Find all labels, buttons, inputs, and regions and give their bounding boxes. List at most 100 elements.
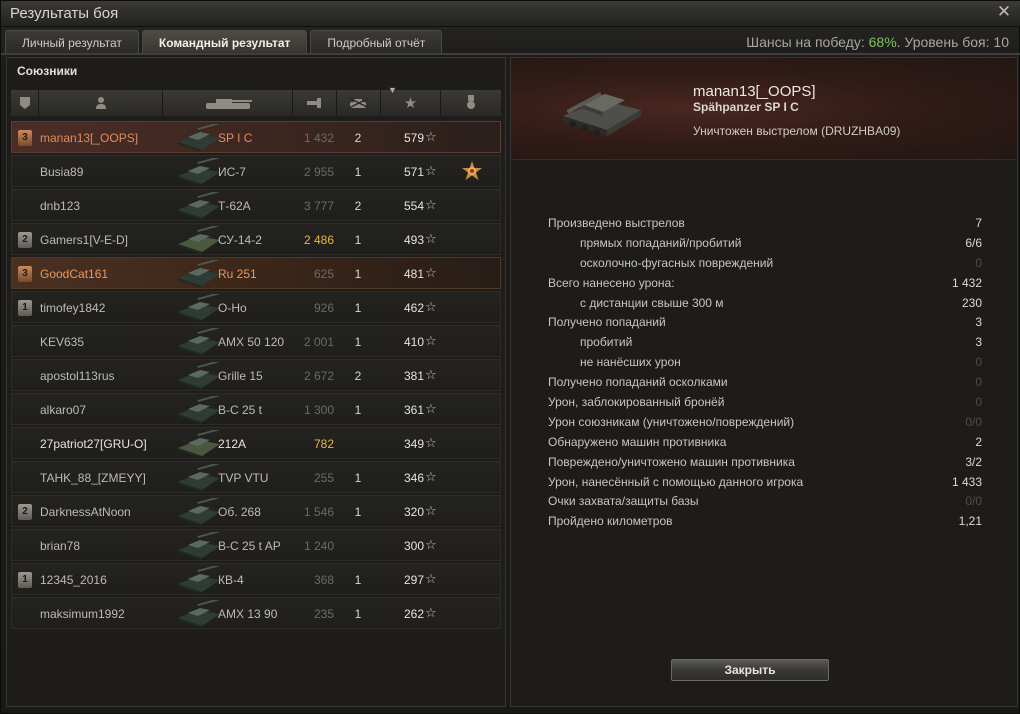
stat-value: 0 — [975, 255, 982, 270]
tank-icon — [176, 598, 222, 628]
table-row[interactable]: 3 manan13[_OOPS] SP I C 1 432 2 579 ☆ — [11, 121, 501, 153]
tank-name: 212A — [218, 437, 247, 451]
tank-name: КВ-4 — [218, 573, 244, 587]
experience-value: 297 — [403, 573, 424, 587]
stat-row: Урон союзникам (уничтожено/повреждений) 0… — [548, 413, 982, 433]
tank-name: ИС-7 — [218, 165, 246, 179]
kills-value: 1 — [354, 233, 362, 247]
stat-value: 0 — [975, 375, 982, 390]
stat-row: осколочно-фугасных повреждений 0 — [548, 254, 982, 274]
platoon-badge: 1 — [18, 300, 32, 316]
sort-arrow-icon: ▼ — [388, 85, 397, 95]
kills-value: 2 — [354, 131, 362, 145]
tank-name: Ru 251 — [218, 267, 257, 281]
tab-detailed-report[interactable]: Подробный отчёт — [310, 30, 443, 54]
col-platoon[interactable] — [11, 90, 39, 116]
allies-list: 3 manan13[_OOPS] SP I C1 432 2 579 ☆ Busia89 ИС… — [11, 121, 501, 631]
table-row[interactable]: maksimum1992 AMX 13 90 235 1 262 ☆ — [11, 597, 501, 629]
table-row[interactable]: dnb123 Т-62А 3 777 2 554 ☆ — [11, 189, 501, 221]
tank-icon — [176, 326, 222, 356]
star-icon: ☆ — [425, 469, 437, 484]
tank-name: B-C 25 t AP — [218, 539, 281, 553]
stat-value: 230 — [961, 295, 982, 310]
table-row[interactable]: 3 GoodCat161 Ru 251 625 1 481 ☆ — [11, 257, 501, 289]
platoon-badge: 2 — [18, 232, 32, 248]
platoon-badge: 3 — [18, 266, 32, 282]
col-vehicle[interactable] — [163, 90, 293, 116]
table-row[interactable]: 2 DarknessAtNoon Об. 268 1 546 1 320 ☆ — [11, 495, 501, 527]
tank-icon — [176, 156, 222, 186]
star-icon: ☆ — [425, 537, 437, 552]
tab-team-result[interactable]: Командный результат — [141, 30, 308, 54]
stat-label: Очки захвата/защиты базы — [548, 494, 699, 509]
player-name: manan13[_OOPS] — [40, 131, 139, 145]
kills-value: 1 — [354, 607, 362, 621]
kills-value: 1 — [354, 165, 362, 179]
damage-value: 1 432 — [303, 131, 334, 145]
tank-name: AMX 50 120 — [218, 335, 285, 349]
stat-label: Получено попаданий — [548, 315, 666, 330]
kills-value: 1 — [354, 471, 362, 485]
stat-value: 0/0 — [965, 494, 982, 509]
platoon-badge: 3 — [18, 130, 32, 146]
stat-label: Всего нанесено урона: — [548, 275, 675, 290]
battle-info: Шансы на победу: 68%. Уровень боя: 10 — [746, 34, 1009, 50]
table-row[interactable]: KEV635 AMX 50 120 2 001 1 410 ☆ — [11, 325, 501, 357]
tank-icon — [176, 224, 222, 254]
table-row[interactable]: 1 timofey1842 O-Ho 926 1 462 ☆ — [11, 291, 501, 323]
damage-value: 2 672 — [303, 369, 334, 383]
stat-label: не нанёсших урон — [580, 355, 681, 370]
medal-icon — [467, 95, 475, 109]
stat-label: прямых попаданий/пробитий — [580, 235, 742, 250]
table-row[interactable]: apostol113rus Grille 15 2 672 2 381 ☆ — [11, 359, 501, 391]
stat-row: с дистанции свыше 300 м 230 — [548, 294, 982, 314]
detail-vehicle-name: Spähpanzer SP I C — [693, 100, 799, 114]
damage-value: 782 — [313, 437, 334, 451]
stats-list: Произведено выстрелов 7 прямых попаданий/п… — [548, 214, 982, 532]
stat-row: Повреждено/уничтожено машин противника 3/… — [548, 453, 982, 473]
stat-value: 7 — [975, 216, 982, 230]
table-row[interactable]: 1 12345_2016 КВ-4 368 1 297 ☆ — [11, 563, 501, 595]
kills-value: 1 — [354, 267, 362, 281]
tank-icon — [176, 496, 222, 526]
col-kills[interactable] — [337, 90, 381, 116]
tank-icon — [176, 530, 222, 560]
damage-value: 255 — [313, 471, 334, 485]
experience-value: 320 — [403, 505, 424, 519]
stat-row: Всего нанесено урона: 1 432 — [548, 274, 982, 294]
table-row[interactable]: 2 Gamers1[V-E-D] СУ-14-2 2 486 1 493 ☆ — [11, 223, 501, 255]
experience-value: 554 — [403, 199, 424, 213]
kills-value: 1 — [354, 335, 362, 349]
col-player[interactable] — [39, 90, 163, 116]
col-awards[interactable] — [441, 90, 501, 116]
tank-name: B-C 25 t — [218, 403, 263, 417]
table-row[interactable]: brian78 B-C 25 t AP 1 240 300 ☆ — [11, 529, 501, 561]
table-row[interactable]: Busia89 ИС-7 2 955 1 571 ☆ — [11, 155, 501, 187]
player-name: Busia89 — [40, 165, 84, 179]
experience-value: 579 — [403, 131, 424, 145]
kills-value: 1 — [354, 403, 362, 417]
star-icon: ★ — [403, 95, 418, 112]
experience-value: 481 — [403, 267, 424, 281]
player-name: timofey1842 — [40, 301, 106, 315]
tab-personal-result[interactable]: Личный результат — [5, 30, 139, 54]
kills-value: 1 — [354, 573, 362, 587]
close-icon[interactable]: ✕ — [995, 3, 1013, 21]
tank-name: Об. 268 — [218, 505, 261, 519]
title-bar[interactable]: Результаты боя ✕ — [1, 1, 1020, 27]
damage-value: 1 240 — [303, 539, 334, 553]
stat-value: 1 433 — [951, 474, 982, 489]
stat-row: пробитий 3 — [548, 333, 982, 353]
table-row[interactable]: TAHK_88_[ZMEYY] TVP VTU 255 1 346 ☆ — [11, 461, 501, 493]
col-damage[interactable] — [293, 90, 337, 116]
stat-row: Пройдено километров 1,21 — [548, 512, 982, 532]
experience-value: 381 — [403, 369, 424, 383]
table-row[interactable]: 27patriot27[GRU-O] 212A 782 349 ☆ — [11, 427, 501, 459]
detail-panel: manan13[_OOPS] Spähpanzer SP I C Уничтож… — [510, 57, 1018, 707]
table-row[interactable]: alkaro07 B-C 25 t 1 300 1 361 ☆ — [11, 393, 501, 425]
kills-value: 1 — [354, 505, 362, 519]
damage-value: 625 — [313, 267, 334, 281]
close-button[interactable]: Закрыть — [671, 659, 829, 681]
experience-value: 361 — [403, 403, 424, 417]
stat-row: Произведено выстрелов 7 — [548, 214, 982, 234]
